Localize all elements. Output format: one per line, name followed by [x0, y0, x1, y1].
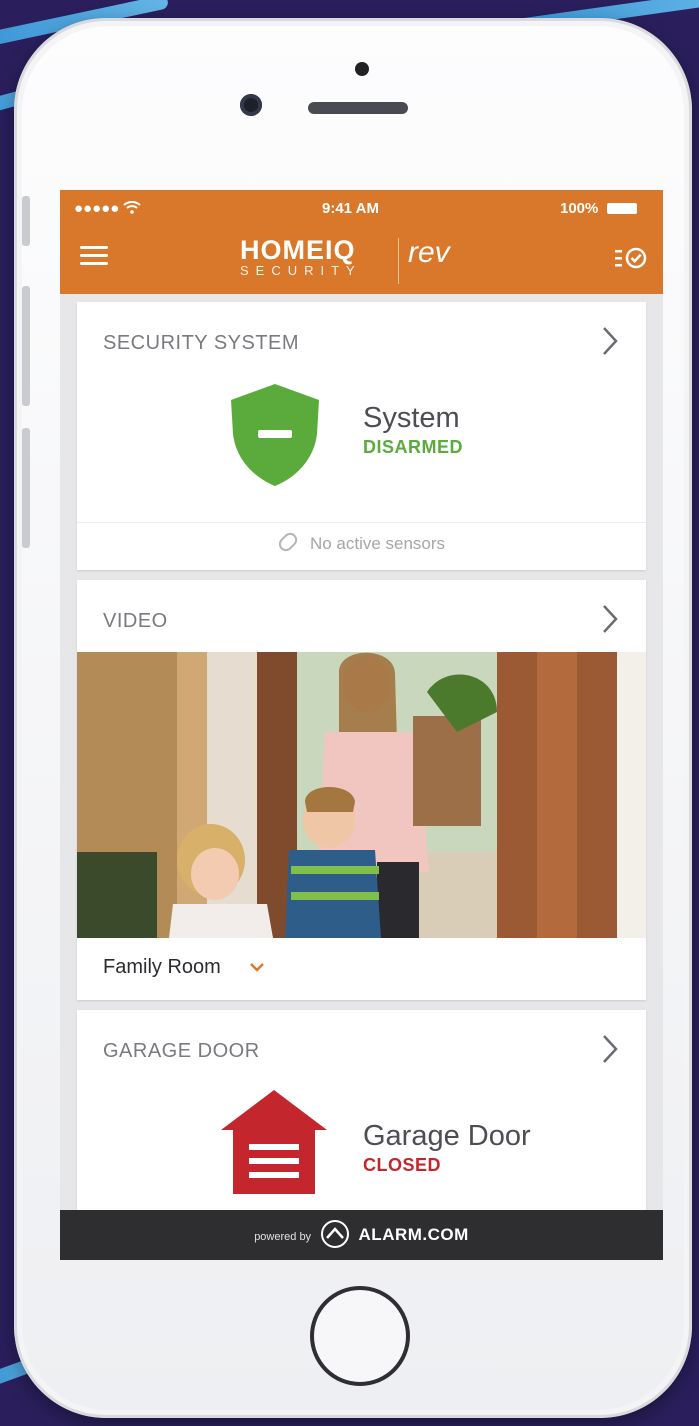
camera-selector[interactable]: Family Room	[103, 956, 265, 979]
chevron-right-icon[interactable]	[594, 1032, 624, 1066]
video-card-title: VIDEO	[103, 610, 168, 632]
status-time: 9:41 AM	[322, 200, 379, 217]
garage-door-icon	[221, 1090, 327, 1194]
alarm-com-logo-icon	[320, 1220, 349, 1248]
earpiece-speaker	[308, 102, 408, 114]
logo-divider	[398, 238, 399, 284]
video-card[interactable]: VIDEO Family Room	[77, 580, 646, 1000]
sensor-status: No active sensors	[77, 529, 646, 555]
homeiq-logo: HOMEIQ SECURITY	[240, 235, 362, 278]
home-button[interactable]	[310, 1286, 410, 1386]
alarm-com-brand: ALARM.COM	[358, 1225, 469, 1244]
wifi-icon	[123, 200, 142, 217]
app-header: ●●●●● 9:41 AM 100% HOMEIQ SECURITY rev	[60, 190, 663, 294]
app-screen: ●●●●● 9:41 AM 100% HOMEIQ SECURITY rev S…	[60, 190, 663, 1260]
garage-state: CLOSED	[363, 1155, 442, 1175]
system-state: DISARMED	[363, 437, 464, 457]
chevron-right-icon[interactable]	[594, 324, 624, 358]
menu-button[interactable]	[80, 246, 108, 266]
garage-card-title: GARAGE DOOR	[103, 1040, 260, 1062]
garage-status: Garage Door CLOSED	[363, 1120, 531, 1176]
proximity-sensor	[355, 62, 369, 76]
chevron-down-icon[interactable]	[250, 963, 265, 972]
shield-icon	[231, 384, 319, 486]
checklist-icon	[615, 247, 647, 269]
camera-name: Family Room	[103, 956, 221, 978]
system-status: System DISARMED	[363, 402, 463, 458]
system-label: System	[363, 402, 460, 434]
security-card-title: SECURITY SYSTEM	[103, 332, 300, 354]
signal-indicator: ●●●●●	[74, 200, 142, 217]
battery-indicator: 100%	[560, 200, 637, 217]
rev-logo: rev	[408, 236, 450, 269]
powered-by-footer: powered by ALARM.COM	[60, 1210, 663, 1260]
powered-by-text: powered by	[254, 1231, 312, 1243]
battery-icon	[606, 203, 637, 214]
garage-label: Garage Door	[363, 1120, 531, 1152]
camera-feed-image[interactable]	[77, 652, 646, 938]
chevron-right-icon[interactable]	[594, 602, 624, 636]
front-camera	[240, 94, 262, 116]
sensor-icon	[275, 529, 300, 555]
security-card[interactable]: SECURITY SYSTEM System DISARMED No activ…	[77, 302, 646, 570]
checklist-button[interactable]	[615, 246, 647, 270]
